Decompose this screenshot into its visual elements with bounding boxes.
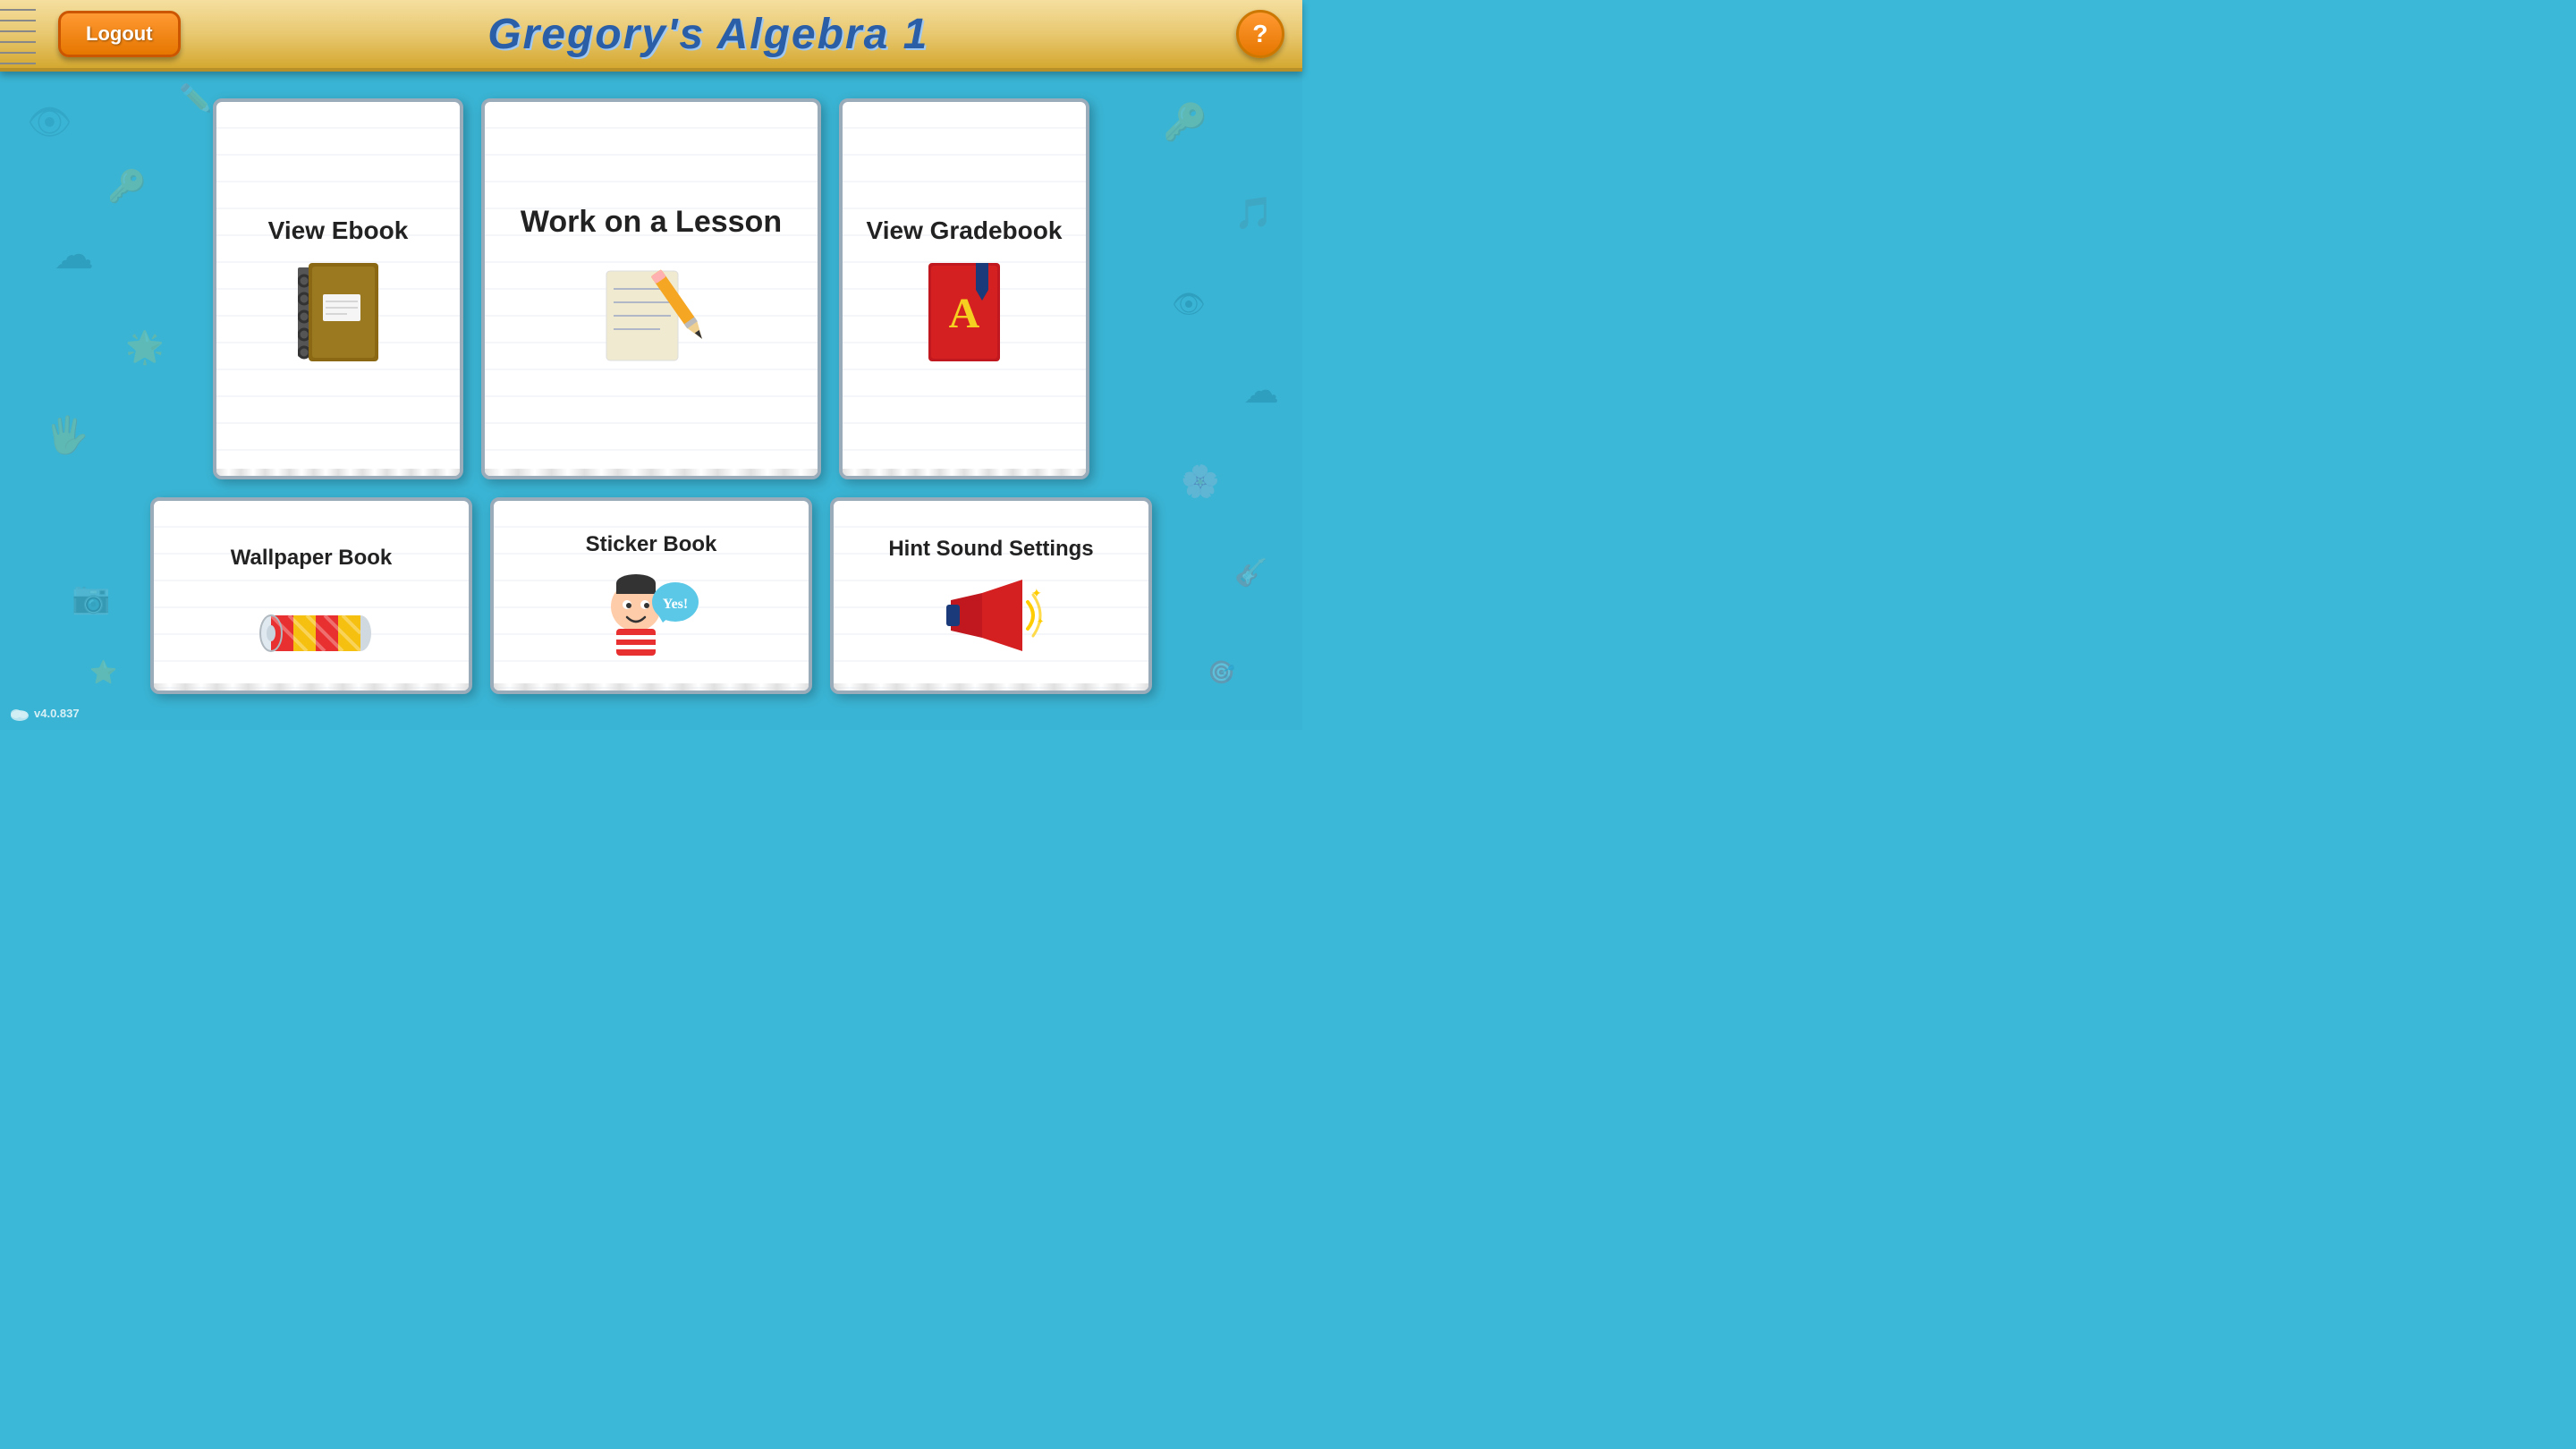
sticker-icon: Yes! (602, 571, 700, 660)
work-on-lesson-card[interactable]: Work on a Lesson (481, 98, 821, 479)
sound-card-content: Hint Sound Settings ✦ (834, 501, 1148, 691)
ebook-card-title: View Ebook (268, 216, 409, 245)
lesson-card-content: Work on a Lesson (485, 102, 818, 476)
lesson-icon (597, 258, 705, 374)
top-row: View Ebook (36, 98, 1267, 479)
help-button[interactable]: ? (1236, 10, 1284, 58)
app-title: Gregory's Algebra 1 (487, 10, 928, 59)
ebook-icon (298, 263, 378, 361)
lesson-card-title: Work on a Lesson (521, 205, 782, 240)
gradebook-card-content: View Gradebook A (843, 102, 1086, 476)
svg-text:✦: ✦ (1037, 617, 1044, 627)
svg-text:A: A (949, 290, 980, 337)
main-content: View Ebook (0, 72, 1302, 730)
gradebook-icon: A (924, 263, 1004, 361)
view-gradebook-card[interactable]: View Gradebook A (839, 98, 1089, 479)
wallpaper-card-title: Wallpaper Book (231, 546, 392, 571)
header: Logout Gregory's Algebra 1 ? (0, 0, 1302, 72)
wallpaper-icon (253, 584, 369, 647)
svg-text:Yes!: Yes! (663, 597, 688, 612)
gradebook-card-title: View Gradebook (867, 216, 1063, 245)
version-info: v4.0.837 (9, 705, 80, 721)
sticker-book-card[interactable]: Sticker Book (490, 497, 812, 694)
wallpaper-card-content: Wallpaper Book (154, 501, 469, 691)
svg-text:✦: ✦ (1031, 586, 1042, 600)
ebook-card-content: View Ebook (216, 102, 460, 476)
bottom-row: Wallpaper Book (36, 497, 1267, 694)
hint-sound-settings-card[interactable]: Hint Sound Settings ✦ (830, 497, 1152, 694)
cloud-version: v4.0.837 (9, 705, 80, 721)
sound-icon: ✦ ✦ (942, 575, 1040, 656)
wallpaper-book-card[interactable]: Wallpaper Book (150, 497, 472, 694)
view-ebook-card[interactable]: View Ebook (213, 98, 463, 479)
version-label: v4.0.837 (34, 707, 80, 720)
sound-card-title: Hint Sound Settings (888, 537, 1093, 562)
logout-button[interactable]: Logout (58, 11, 181, 57)
sticker-card-content: Sticker Book (494, 501, 809, 691)
sticker-card-title: Sticker Book (586, 532, 717, 557)
